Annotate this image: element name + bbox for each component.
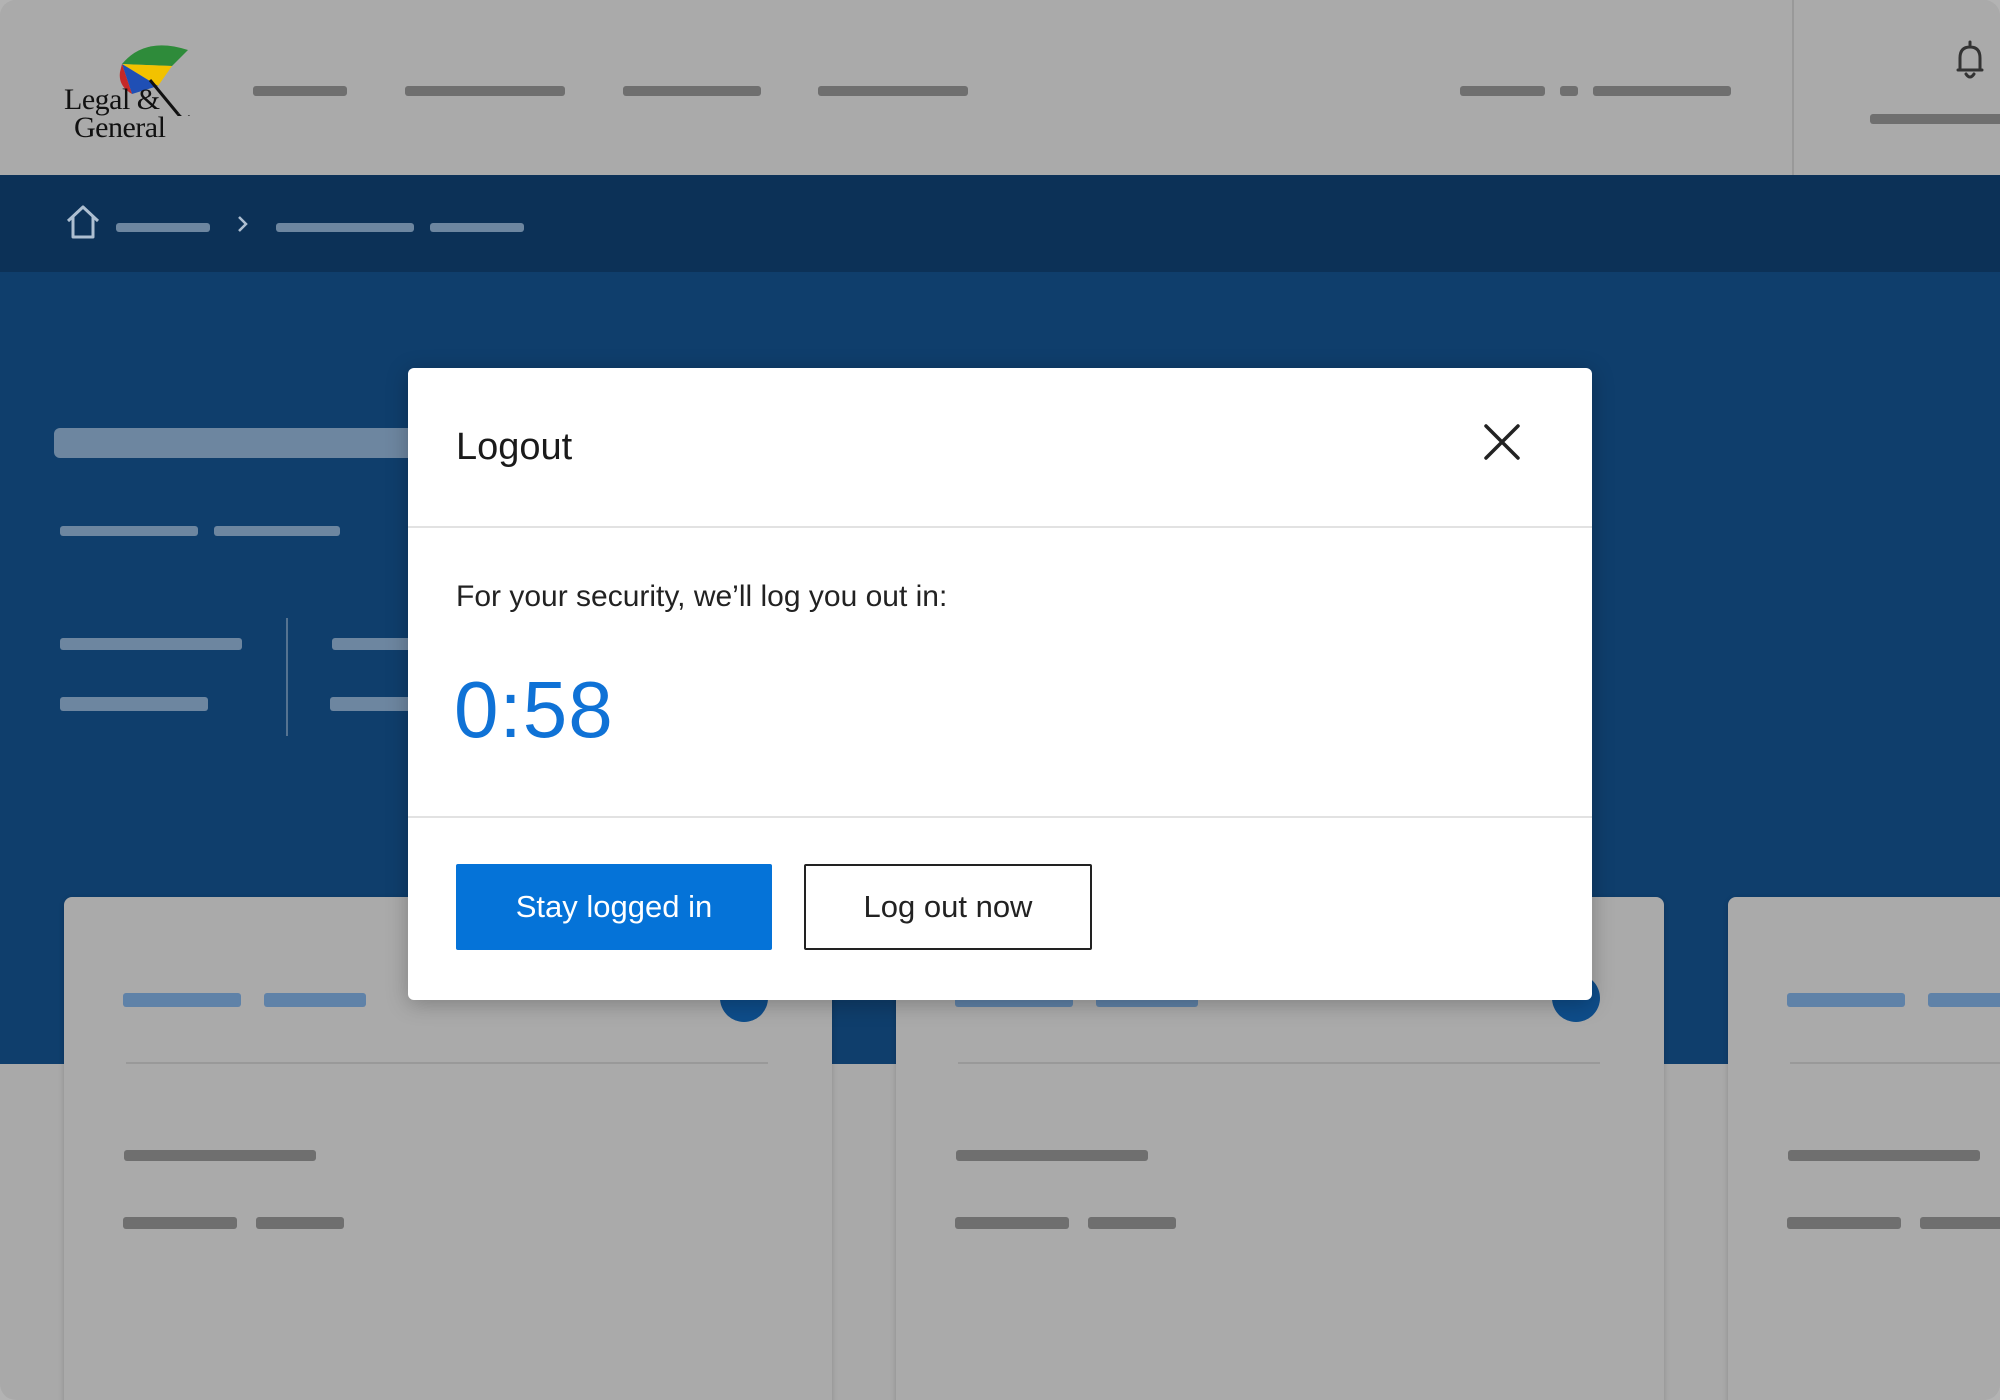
logout-modal: Logout For your security, we’ll log you …: [408, 368, 1592, 1000]
card-divider: [126, 1062, 768, 1064]
modal-header-divider: [408, 526, 1592, 528]
account-link-placeholder-2[interactable]: [1593, 86, 1731, 96]
modal-title: Logout: [456, 426, 573, 468]
brand-logo[interactable]: Legal & General: [60, 36, 200, 146]
home-icon[interactable]: [64, 204, 102, 240]
card-title-placeholder-2: [264, 993, 366, 1007]
modal-message: For your security, we’ll log you out in:: [456, 580, 948, 613]
account-link-separator: [1560, 86, 1578, 96]
hero-heading-placeholder: [54, 428, 414, 458]
header-divider: [1792, 0, 1794, 175]
log-out-now-button[interactable]: Log out now: [804, 864, 1092, 950]
card-detail-placeholder-2: [1787, 1217, 1901, 1229]
card-detail-placeholder-3: [1920, 1217, 2000, 1229]
notifications-label-placeholder: [1870, 114, 2000, 124]
modal-footer-divider: [408, 816, 1592, 818]
hero-stat-value-placeholder: [60, 697, 208, 711]
app-window: Legal & General Logout For your security…: [0, 0, 2000, 1400]
card-detail-placeholder-3: [256, 1217, 344, 1229]
card-detail-placeholder-2: [123, 1217, 237, 1229]
countdown-timer: 0:58: [454, 665, 614, 754]
card-detail-placeholder-2: [955, 1217, 1069, 1229]
nav-item-placeholder-3[interactable]: [623, 86, 761, 96]
nav-item-placeholder-4[interactable]: [818, 86, 968, 96]
nav-item-placeholder-1[interactable]: [253, 86, 347, 96]
top-navigation: Legal & General: [0, 0, 2000, 175]
hero-stat-divider: [286, 618, 288, 736]
card-divider: [958, 1062, 1600, 1064]
card-title-placeholder-1: [1787, 993, 1905, 1007]
brand-line-1: Legal &: [64, 83, 160, 116]
hero-subtitle-placeholder-1: [60, 526, 198, 536]
card-detail-placeholder-1: [956, 1150, 1148, 1161]
card-title-placeholder-1: [123, 993, 241, 1007]
card-detail-placeholder-1: [124, 1150, 316, 1161]
breadcrumb-item-placeholder-2[interactable]: [276, 223, 414, 232]
breadcrumb-item-placeholder-3[interactable]: [430, 223, 524, 232]
card-divider: [1790, 1062, 2000, 1064]
bell-icon[interactable]: [1950, 38, 1990, 82]
chevron-right-icon: [238, 216, 248, 232]
close-icon[interactable]: [1478, 418, 1526, 466]
brand-wordmark: Legal & General: [64, 83, 166, 144]
stay-logged-in-button[interactable]: Stay logged in: [456, 864, 772, 950]
breadcrumb-item-placeholder-1[interactable]: [116, 223, 210, 232]
brand-line-2: General: [74, 111, 166, 144]
hero-stat2-value-placeholder: [330, 697, 420, 711]
card-detail-placeholder-1: [1788, 1150, 1980, 1161]
account-link-placeholder-1[interactable]: [1460, 86, 1545, 96]
product-card-3[interactable]: [1728, 897, 2000, 1400]
hero-stat-label-placeholder: [60, 638, 242, 650]
hero-subtitle-placeholder-2: [214, 526, 340, 536]
card-detail-placeholder-3: [1088, 1217, 1176, 1229]
card-title-placeholder-2: [1928, 993, 2000, 1007]
nav-item-placeholder-2[interactable]: [405, 86, 565, 96]
